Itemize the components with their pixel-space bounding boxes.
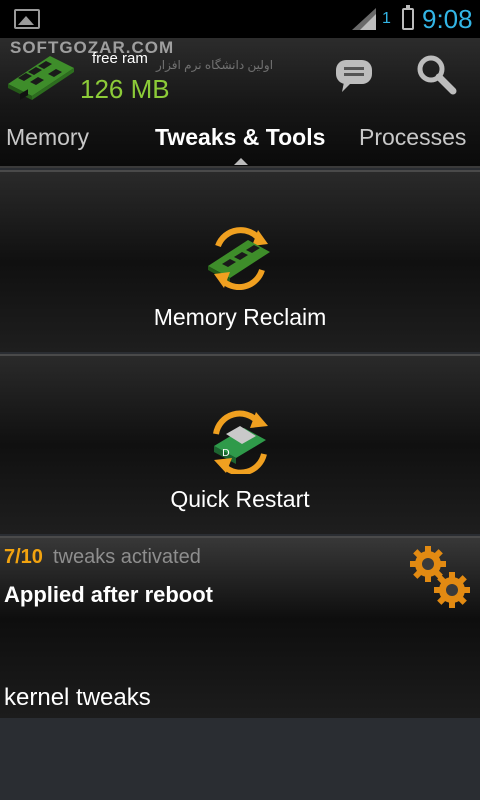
search-icon[interactable] [414,52,458,96]
tweaks-applied-note: Applied after reboot [4,582,214,607]
watermark-subtitle: اولین دانشگاه نرم افزار [156,58,274,72]
quick-restart-icon: D [213,410,268,474]
quick-restart-label: Quick Restart [170,486,310,512]
memory-reclaim-icon [208,227,270,290]
tab-tweaks-tools[interactable]: Tweaks & Tools [155,124,325,151]
svg-text:D: D [222,448,230,459]
gears-icon [410,546,470,608]
memory-reclaim-label: Memory Reclaim [153,304,327,330]
network-type-label: 1 [382,10,391,27]
image-notification-icon [14,9,40,29]
app-header: SOFTGOZAR.COM اولین دانشگاه نرم افزار fr… [0,38,480,110]
chat-icon[interactable] [332,52,376,96]
active-tab-indicator [234,158,248,165]
signal-icon [352,8,376,30]
quick-restart-button[interactable]: D Quick Restart [0,354,480,534]
memory-reclaim-button[interactable]: Memory Reclaim [0,170,480,352]
kernel-tweaks-label: kernel tweaks [4,684,151,711]
battery-charging-icon [402,5,414,30]
tweaks-count: 7/10 [4,546,43,568]
tab-memory[interactable]: Memory [6,124,89,151]
tab-processes[interactable]: Processes [359,124,466,151]
free-ram-label: free ram [92,50,148,67]
free-ram-value: 126 MB [80,74,170,104]
status-bar: 1 9:08 [0,0,480,38]
clock: 9:08 [422,4,473,34]
tweaks-count-text: tweaks activated [53,546,201,568]
tweaks-panel[interactable]: 7/10 tweaks activated Applied after rebo… [0,536,480,718]
tab-bar: Memory Tweaks & Tools Processes [0,110,480,168]
